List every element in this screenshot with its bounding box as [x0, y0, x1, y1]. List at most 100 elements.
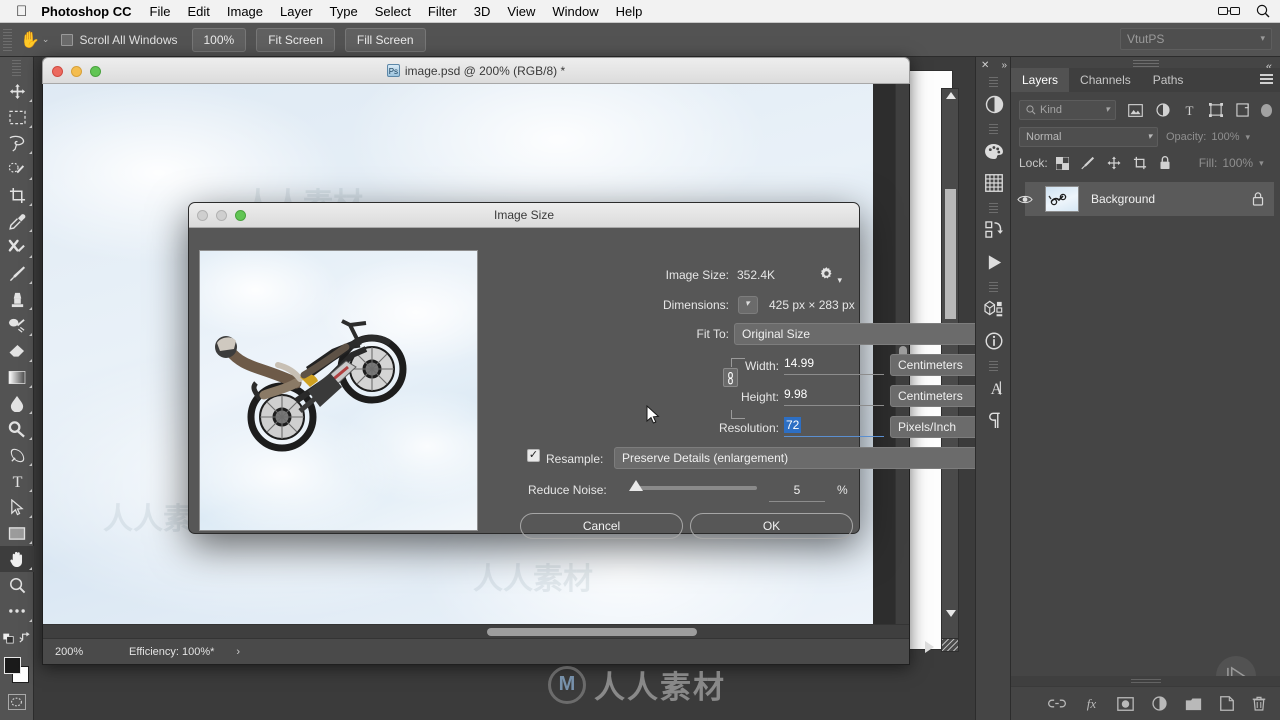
panel-menu-icon[interactable] — [1260, 74, 1273, 85]
rectangle-tool[interactable] — [0, 520, 34, 546]
menu-item-view[interactable]: View — [507, 4, 535, 19]
status-zoom-level[interactable]: 200% — [43, 646, 121, 658]
zoom-tool[interactable] — [0, 572, 34, 598]
hand-tool[interactable] — [0, 546, 34, 572]
gradient-tool[interactable] — [0, 364, 34, 390]
layer-filter-kind-select[interactable]: Kind ▾ — [1019, 100, 1116, 120]
menu-item-layer[interactable]: Layer — [280, 4, 313, 19]
scroll-all-windows-checkbox[interactable] — [61, 33, 74, 46]
quick-mask-toggle-icon[interactable] — [7, 694, 26, 710]
3d-icon[interactable] — [976, 293, 1012, 325]
new-group-icon[interactable] — [1185, 697, 1202, 711]
lock-position-icon[interactable] — [1107, 156, 1121, 170]
tab-paths[interactable]: Paths — [1142, 68, 1195, 92]
fill-screen-button[interactable]: Fill Screen — [344, 27, 426, 52]
filter-toggle-icon[interactable] — [1260, 103, 1272, 117]
dodge-tool[interactable] — [0, 416, 34, 442]
hand-tool-icon[interactable]: ✋ — [20, 30, 40, 50]
dialog-title-bar[interactable]: Image Size — [189, 203, 859, 228]
delete-layer-icon[interactable] — [1252, 696, 1266, 711]
fit-screen-button[interactable]: Fit Screen — [256, 27, 335, 52]
tab-layers[interactable]: Layers — [1011, 68, 1070, 92]
dimensions-units-dropdown[interactable]: ▾ — [738, 296, 758, 314]
resize-grip-icon[interactable] — [941, 638, 959, 652]
panel-grip[interactable] — [1132, 60, 1159, 68]
ok-button[interactable]: OK — [690, 513, 853, 539]
reduce-noise-input[interactable]: 5 — [769, 483, 825, 502]
opacity-value[interactable]: 100% — [1211, 131, 1239, 143]
rectangular-marquee-tool[interactable] — [0, 104, 34, 130]
dialog-maximize-button[interactable] — [235, 210, 246, 221]
dock-group-grip[interactable] — [988, 203, 998, 213]
scroll-thumb[interactable] — [945, 189, 956, 319]
eye-visibility-icon[interactable] — [1017, 194, 1033, 205]
lasso-tool[interactable] — [0, 130, 34, 156]
menu-item-edit[interactable]: Edit — [187, 4, 209, 19]
close-icon[interactable]: ✕ — [981, 60, 989, 71]
layer-mask-icon[interactable] — [1117, 696, 1134, 711]
shape-filter-icon[interactable] — [1208, 103, 1223, 117]
layer-thumbnail[interactable] — [1045, 186, 1079, 212]
apple-icon[interactable]:  — [16, 4, 27, 19]
menu-item-type[interactable]: Type — [330, 4, 358, 19]
crop-tool[interactable] — [0, 182, 34, 208]
tool-preset-caret-icon[interactable]: ⌄ — [42, 34, 50, 45]
status-expand-arrow-icon[interactable]: › — [236, 646, 240, 658]
dock-group-grip[interactable] — [988, 282, 998, 292]
chevron-down-icon[interactable]: ▾ — [1246, 132, 1251, 143]
adjustment-layer-icon[interactable] — [1152, 696, 1167, 711]
color-swatches[interactable] — [0, 654, 34, 688]
menu-item-help[interactable]: Help — [616, 4, 643, 19]
lock-transparent-icon[interactable] — [1055, 156, 1069, 170]
default-colors-and-swap[interactable] — [0, 624, 34, 650]
tab-channels[interactable]: Channels — [1069, 68, 1142, 92]
eyedropper-tool[interactable] — [0, 208, 34, 234]
dialog-traffic-lights[interactable] — [197, 210, 246, 221]
menu-item-select[interactable]: Select — [375, 4, 411, 19]
menu-item-filter[interactable]: Filter — [428, 4, 457, 19]
layer-name[interactable]: Background — [1091, 192, 1155, 206]
search-icon[interactable] — [1256, 4, 1270, 18]
collapse-icon[interactable]: » — [1001, 60, 1007, 71]
paragraph-icon[interactable] — [976, 404, 1012, 436]
dock-group-grip[interactable] — [988, 124, 998, 134]
lock-image-icon[interactable] — [1081, 156, 1095, 170]
adjustments-icon[interactable] — [976, 88, 1012, 120]
scroll-thumb[interactable] — [487, 628, 697, 636]
new-layer-icon[interactable] — [1220, 696, 1234, 711]
table-row[interactable]: Background — [1017, 182, 1274, 216]
brush-tool[interactable] — [0, 260, 34, 286]
adjustment-filter-icon[interactable] — [1156, 103, 1170, 117]
gear-icon[interactable]: ▾ — [819, 266, 842, 285]
chevron-down-icon[interactable]: ▾ — [1259, 158, 1264, 169]
resolution-input[interactable]: 72 — [784, 417, 884, 437]
quick-selection-tool[interactable] — [0, 156, 34, 182]
link-layers-icon[interactable] — [1048, 698, 1066, 709]
app-name-label[interactable]: Photoshop CC — [41, 4, 131, 19]
reduce-noise-slider-track[interactable] — [632, 486, 757, 490]
eraser-tool[interactable] — [0, 338, 34, 364]
glasses-icon[interactable] — [1218, 5, 1240, 17]
lock-icon[interactable] — [1252, 192, 1264, 206]
menu-item-file[interactable]: File — [150, 4, 171, 19]
menu-item-image[interactable]: Image — [227, 4, 263, 19]
toolbox-grip[interactable] — [12, 60, 21, 76]
fill-value[interactable]: 100% — [1222, 156, 1253, 170]
panel-play-arrow-icon[interactable] — [925, 641, 934, 653]
image-filter-icon[interactable] — [1127, 103, 1143, 117]
cancel-button[interactable]: Cancel — [520, 513, 683, 539]
scroll-down-arrow-icon[interactable] — [946, 610, 956, 617]
dialog-close-button[interactable] — [197, 210, 208, 221]
foreground-color-swatch[interactable] — [4, 657, 21, 674]
type-filter-icon[interactable]: T — [1183, 103, 1196, 117]
actions-icon[interactable] — [976, 214, 1012, 246]
menu-item-3d[interactable]: 3D — [474, 4, 491, 19]
healing-brush-tool[interactable] — [0, 234, 34, 260]
canvas-horizontal-scrollbar[interactable] — [43, 624, 909, 638]
smart-object-filter-icon[interactable] — [1236, 103, 1250, 117]
info-icon[interactable] — [976, 325, 1012, 357]
color-icon[interactable] — [976, 135, 1012, 167]
scroll-up-arrow-icon[interactable] — [946, 92, 956, 99]
path-selection-tool[interactable] — [0, 494, 34, 520]
timeline-play-icon[interactable] — [976, 246, 1012, 278]
